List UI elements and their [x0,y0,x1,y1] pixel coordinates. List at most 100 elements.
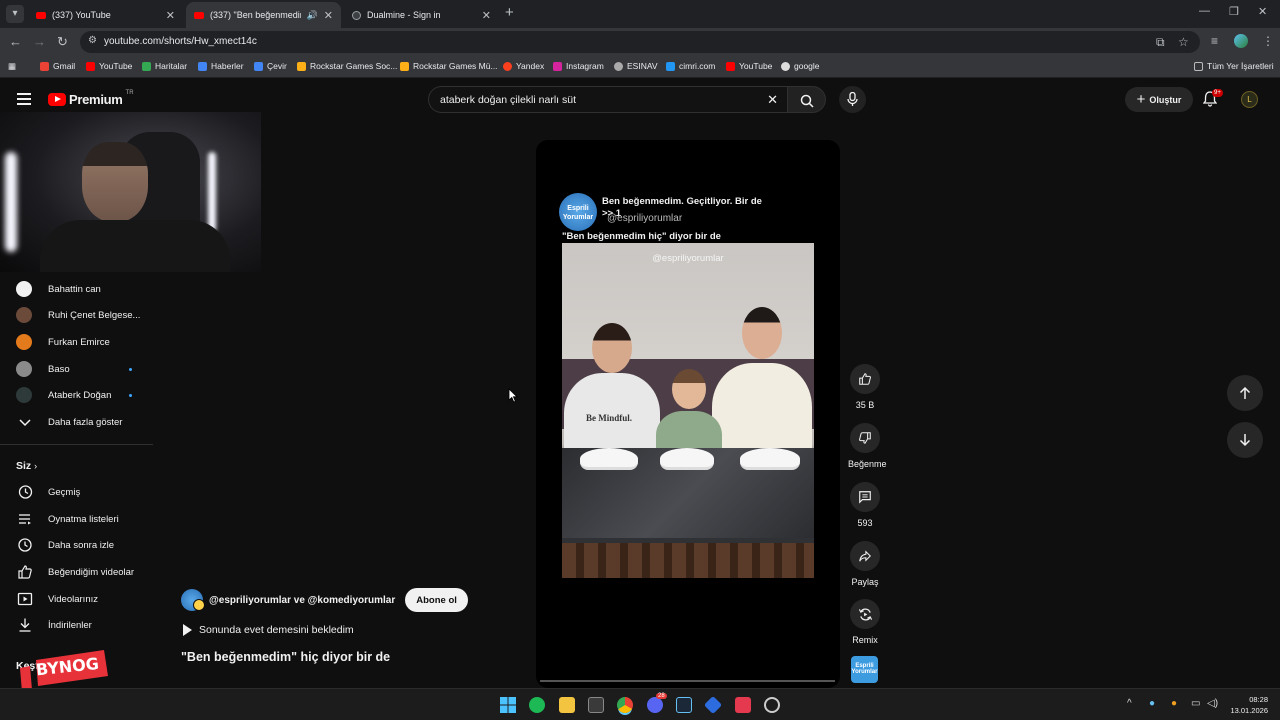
bookmark-rockstar-social[interactable]: Rockstar Games Soc... [297,61,397,71]
forward-arrow-icon[interactable]: → [33,34,46,49]
sidebar-item-liked-videos[interactable]: Beğendiğim videolar [0,559,150,585]
voice-search-button[interactable] [839,86,866,113]
tray-overflow-icon[interactable]: ^ [1127,698,1132,709]
bookmark-instagram[interactable]: Instagram [553,61,604,71]
profile-avatar[interactable] [1234,34,1248,48]
speaker-icon[interactable]: 🔊 [307,10,318,21]
bookmark-cimri[interactable]: cimri.com [666,61,715,71]
sidebar-item-history[interactable]: Geçmiş [0,479,150,505]
minimize-icon[interactable]: — [1199,5,1210,17]
file-explorer-icon[interactable] [559,697,575,713]
bookmark-yandex[interactable]: Yandex [503,61,544,71]
dualmine-favicon-icon [352,10,361,20]
you-section-heading[interactable]: Siz › [16,460,37,472]
all-bookmarks[interactable]: Tüm Yer İşaretleri [1194,61,1274,71]
channel-names[interactable]: @espriliyorumlar ve @komediyorumlar [209,595,395,606]
bookmark-maps[interactable]: Haritalar [142,61,187,71]
sidebar-sub-bahattin[interactable]: Bahattin can [0,276,150,302]
sidebar-sub-furkan[interactable]: Furkan Emirce [0,329,150,355]
sidebar-item-playlists[interactable]: Oynatma listeleri [0,506,150,532]
previous-short-button[interactable] [1227,375,1263,411]
back-arrow-icon[interactable]: ← [9,34,22,49]
channel-name: Ruhi Çenet Belgese... [48,309,141,321]
channel-avatar[interactable] [181,589,205,611]
bookmark-youtube[interactable]: YouTube [86,61,132,71]
restore-icon[interactable]: ❐ [1229,5,1239,18]
account-avatar[interactable]: L [1241,91,1258,108]
like-action[interactable]: 35 B [848,364,882,410]
sidebar-item-downloads[interactable]: İndirilenler [0,612,150,638]
remix-button[interactable] [850,599,880,629]
sidebar-sub-ataberk[interactable]: Ataberk Doğan [0,382,150,408]
bookmark-translate[interactable]: Çevir [254,61,287,71]
chrome-menu-icon[interactable]: ⋮ [1262,34,1274,48]
shorts-player[interactable]: Esprili Yorumlar Ben beğenmedim. Geçitli… [536,140,840,688]
sidebar-item-your-videos[interactable]: Videolarınız [0,586,150,612]
video-progress-bar[interactable] [540,680,835,682]
sound-thumbnail[interactable]: Esprili Yorumlar [851,656,878,683]
steam-icon[interactable] [676,697,692,713]
share-action[interactable]: Paylaş [848,541,882,587]
tab-search-button[interactable]: ▾ [6,5,24,23]
bookmark-rockstar-music[interactable]: Rockstar Games Mü... [400,61,498,71]
close-tab-icon[interactable]: ✕ [166,9,175,22]
search-button[interactable] [788,86,826,113]
valorant-icon[interactable] [735,697,751,713]
sidebar-item-watch-later[interactable]: Daha sonra izle [0,532,150,558]
search-input[interactable]: ataberk doğan çilekli narlı süt ✕ [428,86,788,113]
microphone-tray-icon[interactable]: ● [1171,698,1177,709]
create-button[interactable]: + Oluştur [1125,87,1193,112]
chrome-icon[interactable] [617,697,633,713]
discord-icon[interactable] [647,697,663,713]
video-watermark: @espriliyorumlar [652,253,724,264]
bookmark-youtube-2[interactable]: YouTube [726,61,772,71]
bookmark-news[interactable]: Haberler [198,61,244,71]
share-button[interactable] [850,541,880,571]
maps-icon [142,61,151,71]
system-clock[interactable]: 08:28 13.01.2026 [1226,694,1268,716]
dislike-action[interactable]: Beğenme [848,423,887,469]
close-tab-icon[interactable]: ✕ [324,9,333,22]
reload-icon[interactable]: ↻ [57,34,68,50]
dislike-button[interactable] [850,423,880,453]
spotify-icon[interactable] [529,697,545,713]
remix-action[interactable]: Remix [848,599,882,645]
windows-start-icon[interactable] [500,697,516,713]
like-button[interactable] [850,364,880,394]
network-icon[interactable]: ▭ [1191,698,1200,709]
sidebar-sub-baso[interactable]: Baso [0,356,150,382]
youtube-premium-logo[interactable]: Premium TR [48,90,134,107]
browser-tab-youtube[interactable]: (337) YouTube ✕ [28,2,183,28]
browser-tab-short[interactable]: (337) "Ben beğenmedim" hiç diyor bir de … [186,2,341,28]
address-bar[interactable]: ⚙ youtube.com/shorts/Hw_xmect14c ⧉ ☆ [80,31,1200,53]
steam-tray-icon[interactable]: ● [1149,698,1155,709]
bookmark-star-icon[interactable]: ☆ [1178,35,1189,49]
bookmark-esinav[interactable]: ESINAV [614,61,658,71]
install-app-icon[interactable]: ⧉ [1156,35,1165,50]
app-icon[interactable] [764,697,780,713]
next-short-button[interactable] [1227,422,1263,458]
bookmark-google[interactable]: google [781,61,820,71]
video-frame: Be Mindful. @espriliyorumlar [562,243,814,578]
apps-grid-icon[interactable]: ▦ [8,61,16,72]
close-window-icon[interactable]: ✕ [1258,5,1267,18]
sidebar-sub-ruhi[interactable]: Ruhi Çenet Belgese... [0,302,150,328]
sidebar-item-label: Videolarınız [48,593,98,605]
clear-search-icon[interactable]: ✕ [767,92,778,108]
game-launcher-icon[interactable] [703,695,723,715]
site-info-icon[interactable]: ⚙ [88,35,97,46]
menu-icon[interactable] [17,93,31,108]
close-tab-icon[interactable]: ✕ [482,9,491,22]
subscribe-button[interactable]: Abone ol [405,588,468,612]
music-row[interactable]: Sonunda evet demesini bekledim [183,624,354,636]
new-tab-button[interactable]: + [505,4,514,21]
sidebar-show-more[interactable]: Daha fazla göster [0,409,150,435]
media-controls-icon[interactable]: ≡ [1211,34,1218,48]
comments-action[interactable]: 593 [848,482,882,528]
youtube-icon [86,61,95,71]
volume-icon[interactable]: ◁) [1207,698,1218,709]
bookmark-gmail[interactable]: Gmail [40,61,75,71]
browser-tab-dualmine[interactable]: Dualmine - Sign in ✕ [344,2,499,28]
comments-button[interactable] [850,482,880,512]
store-icon[interactable] [588,697,604,713]
